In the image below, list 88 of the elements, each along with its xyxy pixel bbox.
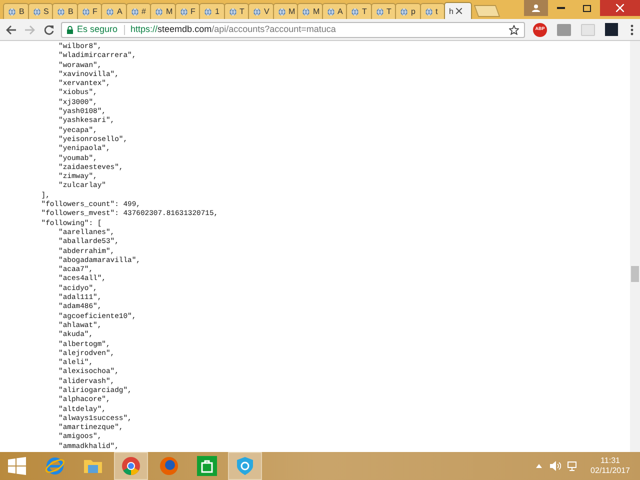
folder-icon bbox=[83, 457, 103, 475]
site-favicon bbox=[130, 8, 138, 16]
site-favicon bbox=[204, 8, 212, 16]
back-arrow-icon[interactable] bbox=[5, 24, 17, 34]
tab-title: V bbox=[264, 7, 270, 16]
address-field[interactable]: Es seguro https://steemdb.com/api/accounts?account=matuca bbox=[61, 22, 525, 38]
tab-title: M bbox=[166, 7, 173, 16]
site-favicon bbox=[326, 8, 334, 16]
shield-icon bbox=[236, 456, 254, 476]
fox-globe-icon bbox=[159, 456, 179, 476]
caret-up-icon[interactable] bbox=[536, 464, 542, 468]
taskbar-app-button[interactable] bbox=[228, 452, 262, 480]
tab-title: T bbox=[240, 7, 244, 16]
browser-tab[interactable]: F bbox=[76, 3, 102, 19]
lock-icon bbox=[67, 26, 73, 34]
extension-icon[interactable] bbox=[581, 24, 595, 36]
site-favicon bbox=[57, 8, 65, 16]
shopping-bag-icon bbox=[197, 456, 217, 476]
close-icon[interactable] bbox=[456, 8, 462, 14]
browser-tab[interactable]: T bbox=[346, 3, 372, 19]
windows-logo-icon bbox=[8, 457, 26, 475]
site-favicon bbox=[400, 8, 408, 16]
browser-tab[interactable]: 1 bbox=[199, 3, 224, 19]
browser-tab[interactable]: M bbox=[297, 3, 322, 19]
tab-title: M bbox=[313, 7, 320, 16]
tab-title: F bbox=[190, 7, 196, 16]
network-icon[interactable] bbox=[566, 461, 577, 471]
site-favicon bbox=[228, 8, 236, 16]
site-favicon bbox=[424, 8, 432, 16]
tab-title: S bbox=[44, 7, 49, 16]
menu-icon[interactable] bbox=[630, 24, 634, 36]
tab-title: 1 bbox=[215, 7, 220, 16]
tab-title: B bbox=[68, 7, 74, 16]
forward-arrow-icon[interactable] bbox=[24, 24, 36, 34]
browser-tab[interactable]: T bbox=[224, 3, 249, 19]
browser-tab[interactable]: F bbox=[174, 3, 200, 19]
security-label: Es seguro bbox=[77, 22, 118, 36]
site-favicon bbox=[253, 8, 261, 16]
browser-tab[interactable]: h bbox=[444, 2, 472, 19]
browser-tab[interactable]: p bbox=[395, 3, 420, 19]
url-text: https://steemdb.com/api/accounts?account=matuca bbox=[130, 22, 336, 36]
site-favicon bbox=[180, 8, 188, 16]
browser-tab[interactable]: # bbox=[126, 3, 151, 19]
scrollbar-thumb[interactable] bbox=[631, 266, 639, 282]
clock-date: 02/11/2017 bbox=[590, 466, 630, 476]
tab-title: B bbox=[19, 7, 24, 16]
tab-title: h bbox=[449, 6, 454, 16]
browser-tab[interactable]: B bbox=[52, 3, 78, 19]
site-favicon bbox=[8, 8, 16, 16]
site-favicon bbox=[351, 8, 359, 16]
site-favicon bbox=[82, 8, 90, 16]
new-tab-button[interactable] bbox=[474, 5, 500, 17]
tab-title: # bbox=[142, 7, 146, 16]
chrome-icon bbox=[121, 456, 141, 476]
site-favicon bbox=[376, 8, 384, 16]
close-icon bbox=[616, 4, 624, 12]
star-icon[interactable] bbox=[509, 24, 519, 34]
profile-button[interactable] bbox=[524, 0, 548, 16]
browser-tab[interactable]: S bbox=[28, 3, 53, 19]
browser-tab[interactable]: B bbox=[3, 3, 28, 19]
reload-icon[interactable] bbox=[44, 24, 54, 34]
tab-title: M bbox=[288, 7, 296, 16]
tab-title: t bbox=[436, 7, 438, 16]
browser-tab[interactable]: t bbox=[420, 3, 445, 19]
browser-tab[interactable]: V bbox=[248, 3, 274, 19]
tab-title: T bbox=[362, 7, 367, 16]
clock-time: 11:31 bbox=[600, 456, 620, 466]
browser-tab[interactable]: T bbox=[370, 3, 396, 19]
close-window-button[interactable] bbox=[600, 0, 640, 16]
site-favicon bbox=[32, 8, 40, 16]
taskbar-app-button[interactable] bbox=[114, 452, 148, 480]
tab-title: T bbox=[386, 7, 392, 16]
extension-icon[interactable] bbox=[557, 24, 571, 36]
browser-tab[interactable]: M bbox=[272, 3, 298, 19]
browser-tab[interactable]: M bbox=[150, 3, 176, 19]
person-icon bbox=[532, 4, 540, 12]
tab-title: A bbox=[117, 7, 122, 16]
speaker-icon[interactable] bbox=[550, 461, 561, 471]
tab-title: p bbox=[411, 7, 416, 16]
site-favicon bbox=[106, 8, 114, 16]
tab-title: F bbox=[92, 7, 98, 16]
browser-tab[interactable]: A bbox=[322, 3, 347, 19]
tab-title: A bbox=[338, 7, 343, 16]
browser-tab[interactable]: A bbox=[101, 3, 126, 19]
site-favicon bbox=[155, 8, 163, 16]
site-favicon bbox=[278, 8, 286, 16]
browser-e-icon bbox=[45, 456, 65, 476]
site-favicon bbox=[302, 8, 310, 16]
